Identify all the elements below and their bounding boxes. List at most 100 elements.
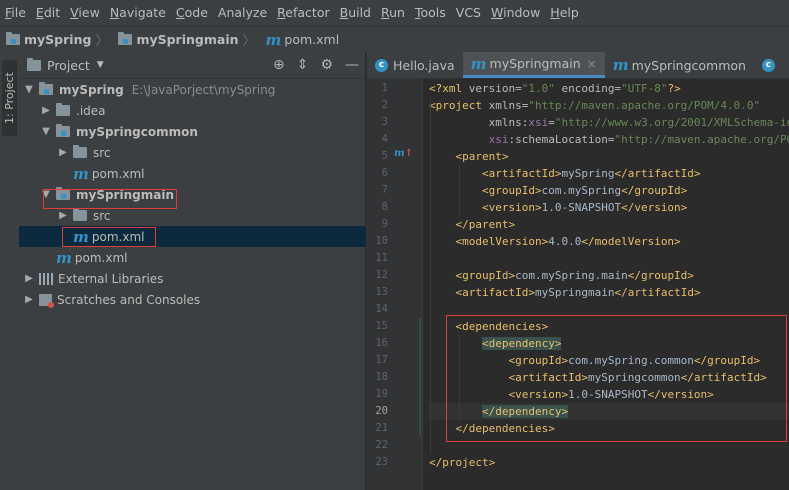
project-panel-header: Project ▼ ⊕ ⇕ ⚙ — bbox=[19, 52, 365, 79]
line-number: 15 bbox=[375, 320, 388, 332]
line-number: 21 bbox=[375, 422, 388, 434]
tree-item-src[interactable]: ▶ src bbox=[19, 142, 403, 163]
menu-vcs[interactable]: VCS bbox=[451, 0, 486, 26]
expand-down-icon[interactable]: ▼ bbox=[23, 84, 35, 95]
tab-myspringmain[interactable]: m mySpringmain × bbox=[462, 52, 605, 78]
code-area[interactable]: <?xml version="1.0" encoding="UTF-8"?> <p… bbox=[429, 79, 789, 490]
annotation-box-module bbox=[43, 189, 177, 209]
menu-window[interactable]: Window bbox=[486, 0, 545, 26]
tree-item-pom-xml[interactable]: m pom.xml bbox=[19, 247, 386, 268]
menu-label: Analyze bbox=[217, 5, 268, 20]
dropdown-arrow-icon: ▼ bbox=[96, 60, 104, 70]
override-gutter-icon[interactable]: m↑ bbox=[394, 148, 413, 159]
menu-label: un bbox=[389, 5, 405, 20]
tree-item-myspring[interactable]: ▼ mySpring E:\JavaPorject\mySpring bbox=[19, 79, 369, 100]
expand-down-icon[interactable]: ▼ bbox=[40, 126, 52, 137]
menu-label: uild bbox=[348, 5, 371, 20]
tab-label: Hello.java bbox=[393, 57, 455, 73]
line-number: 2 bbox=[381, 99, 388, 111]
editor-tabs: c Hello.java m mySpringmain × m mySpringcommon… bbox=[367, 52, 789, 79]
indent-guide bbox=[430, 97, 431, 454]
expand-right-icon[interactable]: ▶ bbox=[57, 210, 69, 221]
menu-view[interactable]: View bbox=[65, 0, 105, 26]
menu-mnemonic: C bbox=[175, 5, 185, 20]
menu-file[interactable]: File bbox=[0, 0, 31, 26]
menu-label: VCS bbox=[455, 5, 481, 20]
tree-item-label: pom.xml bbox=[91, 166, 145, 181]
indent-guide bbox=[459, 165, 460, 216]
expand-right-icon[interactable]: ▶ bbox=[23, 273, 35, 284]
line-number: 7 bbox=[381, 184, 388, 196]
tree-item-pom-xml[interactable]: m pom.xml bbox=[19, 163, 403, 184]
tab-hello-java[interactable]: c Hello.java bbox=[367, 52, 463, 78]
tab-myspringcommon[interactable]: m mySpringcommon bbox=[605, 52, 754, 78]
menu-mnemonic: B bbox=[339, 5, 349, 20]
menu-run[interactable]: Run bbox=[376, 0, 410, 26]
collapse-all-icon[interactable]: ⇕ bbox=[297, 57, 309, 73]
line-number: 22 bbox=[375, 439, 388, 451]
class-icon: c bbox=[761, 58, 775, 72]
line-number: 16 bbox=[375, 337, 388, 349]
menu-code[interactable]: Code bbox=[171, 0, 213, 26]
breadcrumb: mySpring 〉 mySpringmain 〉 m pom.xml bbox=[0, 26, 789, 53]
tree-item-external-libraries[interactable]: ▶ External Libraries bbox=[19, 268, 369, 289]
breadcrumb-item-file[interactable]: m pom.xml bbox=[266, 31, 340, 49]
code-line: <groupId>com.mySpring</groupId> bbox=[481, 184, 688, 197]
tree-item--idea[interactable]: ▶ .idea bbox=[19, 100, 386, 121]
menu-label: efactor bbox=[285, 5, 330, 20]
code-line: <modelVersion>4.0.0</modelVersion> bbox=[455, 235, 681, 248]
line-number: 9 bbox=[381, 218, 388, 230]
line-number: 6 bbox=[381, 167, 388, 179]
chevron-right-icon: 〉 bbox=[95, 34, 109, 49]
expand-right-icon[interactable]: ▶ bbox=[40, 105, 52, 116]
editor-gutter: 1 2 3 4 5 6 7 8 9 10 11 12 13 14 15 16 17 18 19 20 21 22 23 m↑ bbox=[367, 79, 423, 490]
menu-refactor[interactable]: Refactor bbox=[272, 0, 334, 26]
menu-bar: File Edit View Navigate Code Analyze Refactor B… bbox=[0, 0, 789, 26]
close-icon[interactable]: × bbox=[587, 57, 597, 71]
line-number: 13 bbox=[375, 286, 388, 298]
folder-icon bbox=[27, 57, 41, 71]
menu-navigate[interactable]: Navigate bbox=[105, 0, 171, 26]
tree-item-myspringcommon[interactable]: ▼ mySpringcommon bbox=[19, 121, 386, 142]
module-folder-icon bbox=[56, 124, 70, 137]
folder-icon bbox=[56, 103, 70, 116]
breadcrumb-item-module[interactable]: mySpringmain bbox=[118, 32, 239, 47]
menu-help[interactable]: Help bbox=[545, 0, 584, 26]
tab-overflow[interactable]: c bbox=[754, 52, 788, 78]
code-line: <parent> bbox=[455, 150, 509, 163]
menu-tools[interactable]: Tools bbox=[410, 0, 451, 26]
breadcrumb-item-project[interactable]: mySpring bbox=[6, 32, 91, 47]
maven-icon: m bbox=[265, 30, 282, 49]
menu-analyze[interactable]: Analyze bbox=[213, 0, 272, 26]
libraries-icon bbox=[39, 272, 53, 285]
project-tool-window-button[interactable]: 1: Project bbox=[2, 60, 17, 136]
tree-item-label: .idea bbox=[76, 103, 106, 118]
line-number: 8 bbox=[381, 201, 388, 213]
code-line: <artifactId>mySpringmain</artifactId> bbox=[455, 286, 701, 299]
code-line: xmlns:xsi="http://www.w3.org/2001/XMLSch… bbox=[488, 116, 789, 129]
menu-build[interactable]: Build bbox=[335, 0, 376, 26]
module-folder-icon bbox=[39, 82, 53, 95]
tab-label: mySpringcommon bbox=[631, 57, 746, 73]
code-line: </parent> bbox=[455, 218, 516, 231]
line-number: 5 bbox=[381, 150, 388, 162]
expand-right-icon[interactable]: ▶ bbox=[23, 294, 35, 305]
maven-icon: m bbox=[56, 248, 72, 267]
gear-icon[interactable]: ⚙ bbox=[320, 57, 333, 73]
menu-edit[interactable]: Edit bbox=[31, 0, 65, 26]
tree-item-scratches-and-consoles[interactable]: ▶ Scratches and Consoles bbox=[19, 289, 369, 310]
locate-file-icon[interactable]: ⊕ bbox=[273, 57, 285, 73]
project-view-selector[interactable]: Project ▼ bbox=[27, 57, 104, 73]
minimize-icon[interactable]: — bbox=[345, 57, 359, 73]
expand-right-icon[interactable]: ▶ bbox=[57, 147, 69, 158]
menu-label: avigate bbox=[119, 5, 166, 20]
line-number: 10 bbox=[375, 235, 388, 247]
code-line: <artifactId>mySpring</artifactId> bbox=[481, 167, 701, 180]
module-folder-icon bbox=[6, 32, 20, 45]
code-line: <?xml version="1.0" encoding="UTF-8"?> bbox=[429, 82, 681, 95]
line-number: 4 bbox=[381, 133, 388, 145]
menu-label: ode bbox=[184, 5, 208, 20]
menu-label: iew bbox=[78, 5, 100, 20]
folder-icon bbox=[73, 208, 87, 221]
